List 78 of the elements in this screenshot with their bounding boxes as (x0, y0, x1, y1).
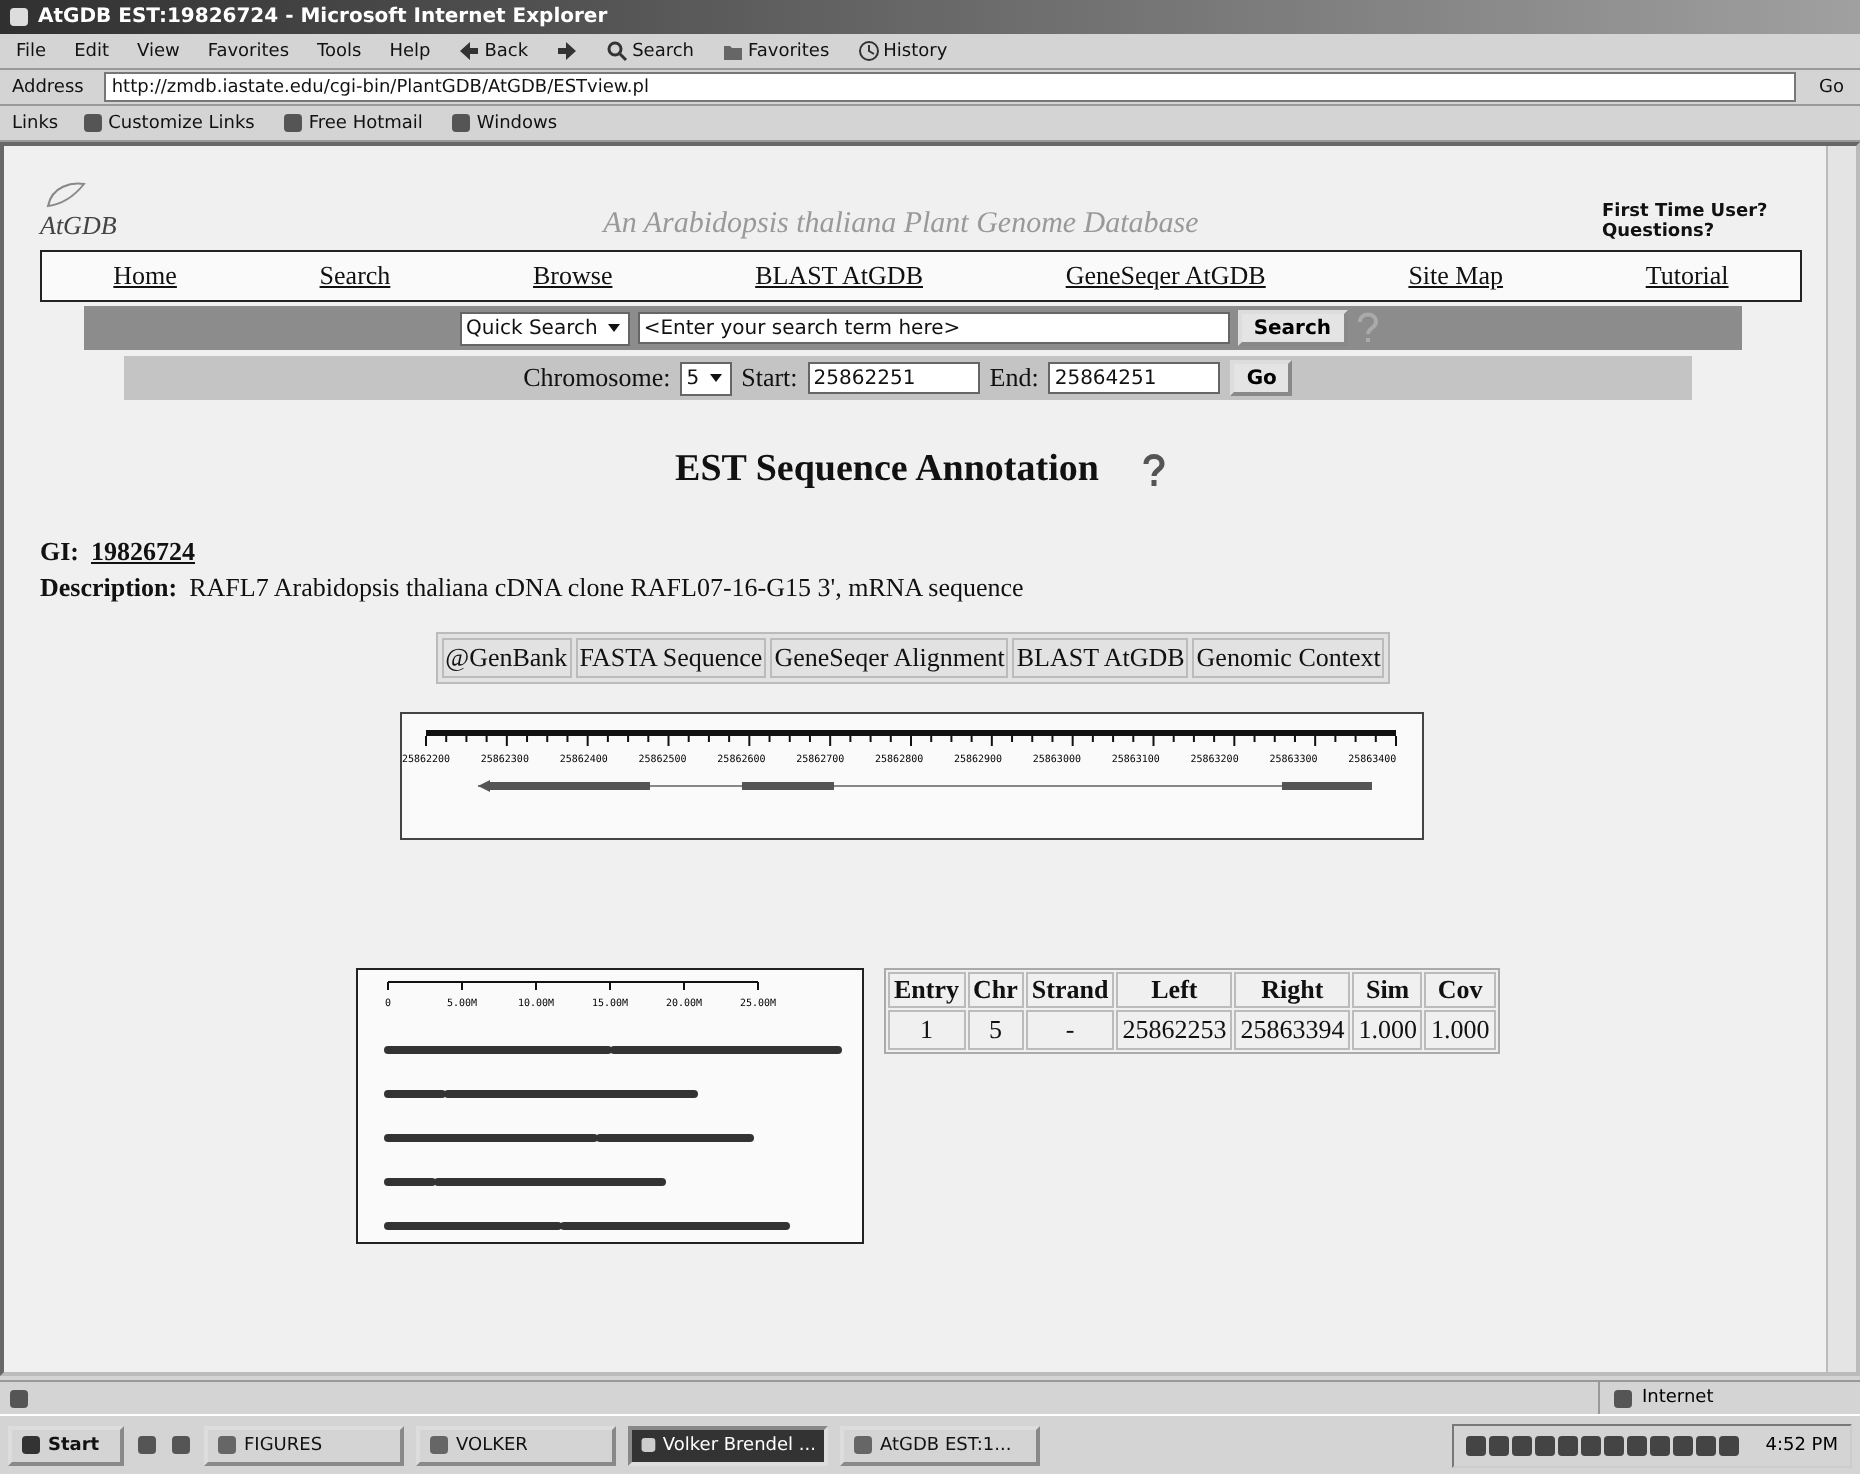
column-header: Entry (888, 972, 965, 1008)
taskbar-button[interactable]: FIGURES (204, 1425, 404, 1465)
table-cell: - (1025, 1010, 1115, 1050)
chromosome-label: Chromosome: (523, 362, 671, 394)
menu-item[interactable]: View (133, 41, 184, 61)
toolbar-button[interactable]: Favorites (718, 40, 834, 62)
clock: 4:52 PM (1765, 1435, 1838, 1455)
start-field[interactable]: 25862251 (807, 362, 980, 394)
scrollbar[interactable] (1826, 146, 1856, 1372)
menu-item[interactable]: Favorites (203, 41, 294, 61)
description-text: RAFL7 Arabidopsis thaliana cDNA clone RAFL07-16-G15 3', mRNA sequence (189, 572, 1024, 604)
help-link[interactable]: First Time User? (1602, 202, 1802, 222)
nav-link[interactable]: Search (319, 260, 391, 292)
tab[interactable]: BLAST AtGDB (1012, 638, 1189, 678)
nav-link[interactable]: GeneSeqer AtGDB (1065, 260, 1266, 292)
tab[interactable]: GeneSeqer Alignment (770, 638, 1009, 678)
go-button[interactable]: Go (1230, 360, 1293, 396)
window-title: AtGDB EST:19826724 - Microsoft Internet Explorer (38, 6, 608, 28)
table-cell: 25863394 (1234, 1010, 1351, 1050)
table-cell: 1.000 (1352, 1010, 1423, 1050)
column-header: Chr (967, 972, 1024, 1008)
link-button[interactable]: Free Hotmail (278, 112, 427, 134)
menu-item[interactable]: Tools (313, 41, 366, 61)
tagline: An Arabidopsis thaliana Plant Genome Database (599, 208, 1201, 242)
zone-label: Internet (1642, 1388, 1714, 1408)
back-arrow-icon (458, 40, 481, 62)
tab[interactable]: Genomic Context (1192, 638, 1385, 678)
taskbar-button[interactable]: AtGDB EST:1... (840, 1425, 1040, 1465)
nav-link[interactable]: Site Map (1408, 260, 1504, 292)
toolbar-button[interactable]: Search (602, 40, 698, 62)
link-button[interactable]: Customize Links (78, 112, 259, 134)
address-field[interactable]: http://zmdb.iastate.edu/cgi-bin/PlantGDB/AtGDB/ESTview.pl (103, 72, 1796, 102)
start-label: Start: (741, 362, 798, 394)
history-icon (857, 40, 880, 62)
menu-item[interactable]: File (12, 41, 51, 61)
taskbar-button[interactable]: Volker Brendel ... (628, 1425, 828, 1465)
tab[interactable]: FASTA Sequence (575, 638, 767, 678)
description-label: Description: (40, 572, 178, 604)
column-header: Cov (1424, 972, 1496, 1008)
link-button[interactable]: Windows (446, 112, 562, 134)
address-label: Address (12, 77, 84, 97)
nav-link[interactable]: BLAST AtGDB (755, 260, 923, 292)
search-button[interactable]: Search (1237, 310, 1348, 346)
start-button[interactable]: Start (8, 1425, 124, 1465)
table-cell: 1.000 (1424, 1010, 1496, 1050)
nav-link[interactable]: Browse (533, 260, 613, 292)
tab[interactable]: @GenBank (441, 638, 572, 678)
toolbar-button[interactable]: Back (454, 40, 533, 62)
nav-link[interactable]: Home (113, 260, 177, 292)
forward-arrow-icon (556, 40, 579, 62)
search-icon (606, 40, 629, 62)
nav-link[interactable]: Tutorial (1645, 260, 1729, 292)
column-header: Strand (1025, 972, 1115, 1008)
end-label: End: (989, 362, 1039, 394)
search-mode-select[interactable]: Quick Search (460, 311, 630, 345)
taskbar-button[interactable]: VOLKER (416, 1425, 616, 1465)
help-icon (1142, 453, 1167, 487)
column-header: Right (1234, 972, 1351, 1008)
gi-label: GI: (40, 536, 79, 568)
chromosome-select[interactable]: 5 (680, 361, 732, 395)
column-header: Sim (1352, 972, 1423, 1008)
menu-item[interactable]: Help (385, 41, 435, 61)
menu-item[interactable]: Edit (70, 41, 113, 61)
table-cell: 1 (888, 1010, 965, 1050)
gi-link[interactable]: 19826724 (91, 536, 195, 568)
page-heading: EST Sequence Annotation (675, 448, 1099, 492)
table-cell: 25862253 (1116, 1010, 1233, 1050)
go-button[interactable]: Go (1815, 77, 1848, 97)
logo: AtGDB (40, 210, 119, 242)
links-label: Links (12, 113, 59, 133)
help-link[interactable]: Questions? (1602, 222, 1802, 242)
toolbar-button[interactable]: History (853, 40, 952, 62)
folder-icon (722, 40, 744, 62)
table-cell: 5 (967, 1010, 1024, 1050)
search-field[interactable]: <Enter your search term here> (637, 312, 1230, 344)
help-icon (1355, 312, 1380, 344)
column-header: Left (1116, 972, 1233, 1008)
end-field[interactable]: 25864251 (1048, 362, 1221, 394)
